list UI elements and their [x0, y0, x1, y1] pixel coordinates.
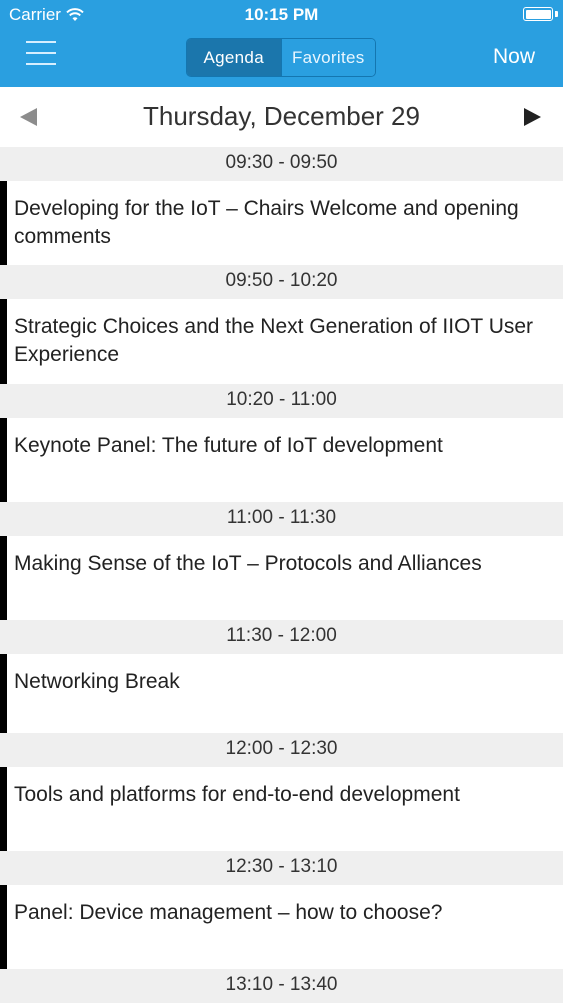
time-slot-header: 13:10 - 13:40	[0, 969, 563, 1003]
session-item[interactable]: Networking Break	[0, 654, 563, 733]
time-slot-header: 12:30 - 13:10	[0, 851, 563, 885]
menu-icon[interactable]	[26, 41, 56, 69]
session-item[interactable]: Panel: Device management – how to choose…	[0, 885, 563, 969]
session-item[interactable]: Developing for the IoT – Chairs Welcome …	[0, 181, 563, 265]
tab-favorites[interactable]: Favorites	[280, 39, 375, 76]
tab-agenda[interactable]: Agenda	[187, 39, 281, 76]
time-slot-header: 09:50 - 10:20	[0, 265, 563, 299]
nav-bar: Agenda Favorites Now	[0, 30, 563, 87]
time-slot-header: 11:00 - 11:30	[0, 502, 563, 536]
app-header: Carrier 10:15 PM Agenda Favorites Now	[0, 0, 563, 87]
time-slot-header: 11:30 - 12:00	[0, 620, 563, 654]
time-slot-header: 12:00 - 12:30	[0, 733, 563, 767]
now-button[interactable]: Now	[493, 45, 535, 69]
session-item[interactable]: Tools and platforms for end-to-end devel…	[0, 767, 563, 851]
date-title: Thursday, December 29	[143, 101, 420, 131]
battery-tip	[555, 11, 558, 17]
session-item[interactable]: Making Sense of the IoT – Protocols and …	[0, 536, 563, 620]
next-day-icon[interactable]	[524, 108, 541, 126]
view-segmented-control: Agenda Favorites	[186, 38, 376, 77]
status-time: 10:15 PM	[244, 5, 319, 24]
time-slot-header: 09:30 - 09:50	[0, 147, 563, 181]
agenda-list: 09:30 - 09:50 Developing for the IoT – C…	[0, 147, 563, 1003]
time-slot-header: 10:20 - 11:00	[0, 384, 563, 418]
battery-icon	[523, 7, 553, 21]
status-bar: Carrier 10:15 PM	[0, 0, 563, 30]
date-navigator: Thursday, December 29	[0, 87, 563, 147]
session-item[interactable]: Keynote Panel: The future of IoT develop…	[0, 418, 563, 502]
session-item[interactable]: Strategic Choices and the Next Generatio…	[0, 299, 563, 384]
